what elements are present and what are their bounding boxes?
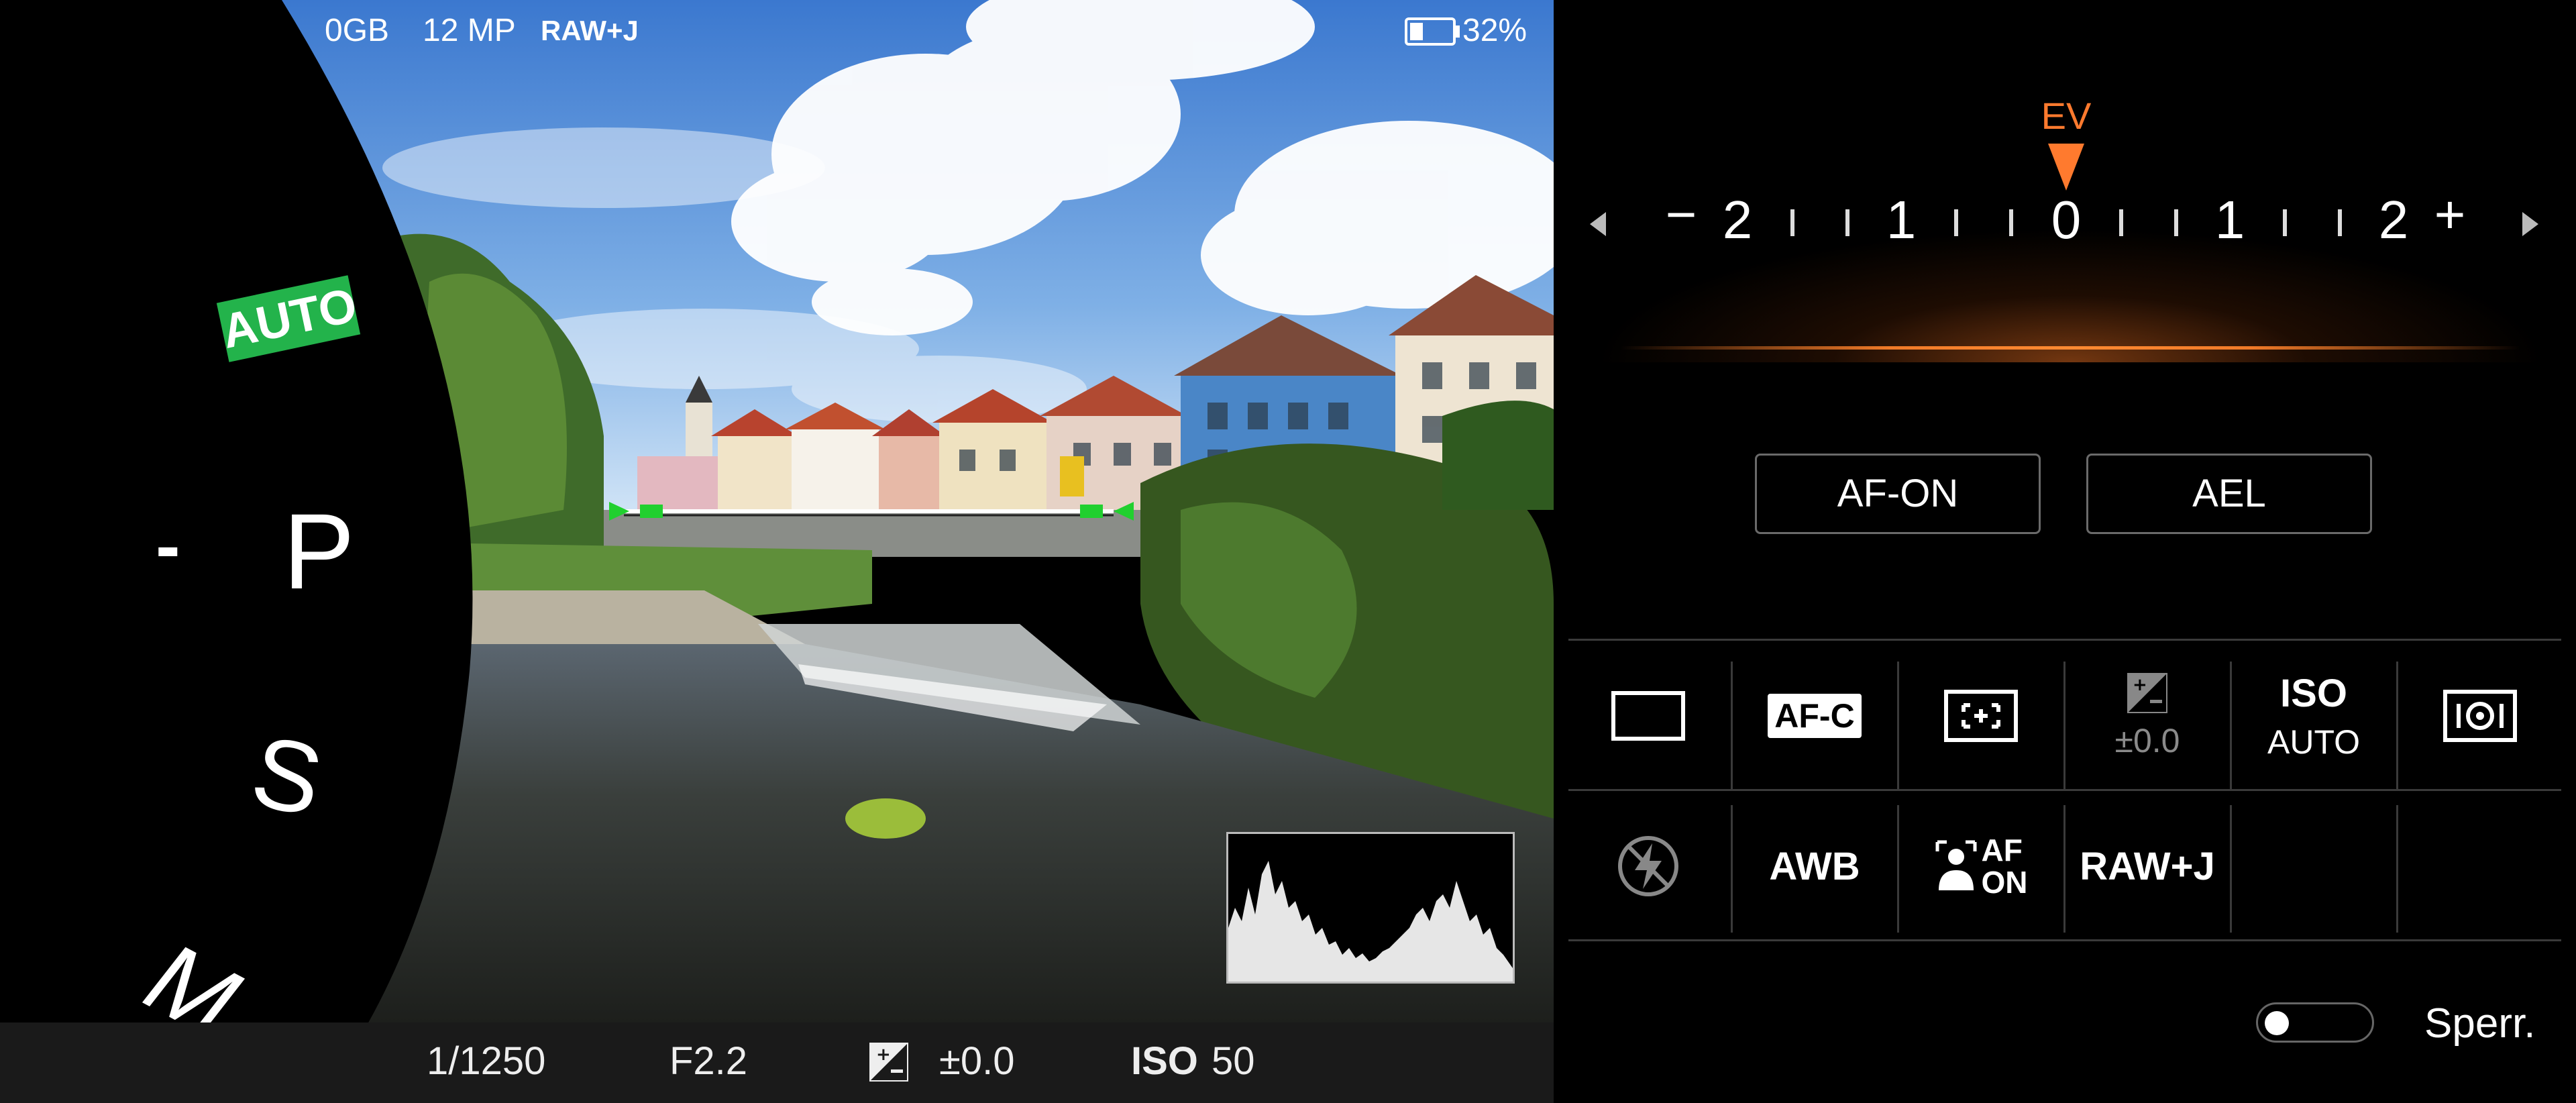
iso-value: 50 [1212, 1039, 1255, 1083]
iso-cell[interactable]: ISO AUTO [2231, 652, 2396, 780]
exposure-comp-icon: + [2127, 673, 2167, 713]
flash-off-icon [1618, 836, 1678, 896]
face-af-label-top: AF [1981, 833, 2023, 868]
single-shot-icon [1611, 691, 1685, 741]
viewfinder[interactable]: AUTO - P S M 0GB 12 MP RAW+J 32% 1/1250 … [0, 0, 1554, 1103]
file-format-cell[interactable]: RAW+J [2065, 802, 2230, 930]
grid-divider [1568, 639, 2561, 641]
ev-tick [2009, 209, 2013, 236]
storage-remaining: 0GB [325, 13, 390, 48]
file-format-setting: RAW+J [2080, 844, 2215, 888]
battery-percent: 32% [1462, 13, 1527, 48]
megapixels: 12 MP [423, 13, 516, 48]
exposure-comp-icon: + [868, 1041, 910, 1086]
mode-p[interactable]: P [283, 490, 355, 613]
exposure-comp-value: ±0.0 [939, 1039, 1015, 1083]
white-balance-label: AWB [1769, 844, 1860, 888]
svg-text:+: + [876, 1045, 891, 1065]
ev-tick [2174, 209, 2178, 236]
ev-scale-label: 0 [2051, 190, 2082, 250]
iso-setting-value: AUTO [2267, 723, 2360, 761]
lock-toggle[interactable] [2256, 1002, 2374, 1043]
ev-plus: + [2434, 185, 2466, 244]
grid-divider [1568, 939, 2561, 941]
ev-scale-label: 2 [2378, 190, 2409, 250]
ev-tick [1790, 209, 1794, 236]
mode-dash: - [156, 505, 180, 587]
iso-label: ISO [1131, 1039, 1198, 1083]
ael-button[interactable]: AEL [2086, 454, 2372, 534]
ev-tick [2119, 209, 2123, 236]
metering-cell[interactable] [2398, 652, 2563, 780]
ev-tick [2338, 209, 2342, 236]
file-format-badge: RAW+J [541, 15, 639, 46]
ev-scale[interactable]: − 2 1 0 1 2 + [1554, 0, 2576, 376]
aperture: F2.2 [669, 1039, 748, 1083]
empty-cell[interactable] [2231, 802, 2396, 930]
focus-area-cell[interactable] [1898, 652, 2063, 780]
focus-mode-cell[interactable]: AF-C [1732, 652, 1897, 780]
white-balance-cell[interactable]: AWB [1732, 802, 1897, 930]
empty-cell[interactable] [2398, 802, 2563, 930]
face-eye-af-icon [1935, 840, 1976, 890]
ev-tick [2283, 209, 2287, 236]
exposure-readout-bar [0, 1022, 1554, 1103]
ev-scale-label: 2 [1722, 190, 1753, 250]
shutter-speed: 1/1250 [427, 1039, 546, 1083]
flash-cell[interactable] [1566, 802, 1731, 930]
face-af-label-bottom: ON [1981, 865, 2028, 900]
focus-area-icon [1944, 690, 2018, 742]
lock-label: Sperr. [2424, 1000, 2536, 1047]
grid-divider [1568, 789, 2561, 791]
toggle-knob [2265, 1011, 2289, 1035]
ev-minus: − [1665, 185, 1697, 244]
exposure-comp-cell[interactable]: + ±0.0 [2065, 652, 2230, 780]
af-mode-badge: AF-C [1768, 694, 1862, 738]
face-eye-af-cell[interactable]: AF ON [1898, 802, 2063, 930]
metering-icon [2443, 690, 2517, 742]
histogram [1226, 832, 1515, 984]
ev-scale-label: 1 [1886, 190, 1917, 250]
exposure-comp-setting: ±0.0 [2114, 722, 2180, 759]
drive-mode-cell[interactable] [1566, 652, 1731, 780]
af-on-button[interactable]: AF-ON [1755, 454, 2041, 534]
ev-tick [1954, 209, 1958, 236]
ev-tick [1845, 209, 1849, 236]
battery-icon [1405, 17, 1461, 49]
ev-scale-label: 1 [2214, 190, 2245, 250]
iso-setting-label: ISO [2280, 671, 2347, 715]
svg-text:+: + [2133, 675, 2147, 695]
